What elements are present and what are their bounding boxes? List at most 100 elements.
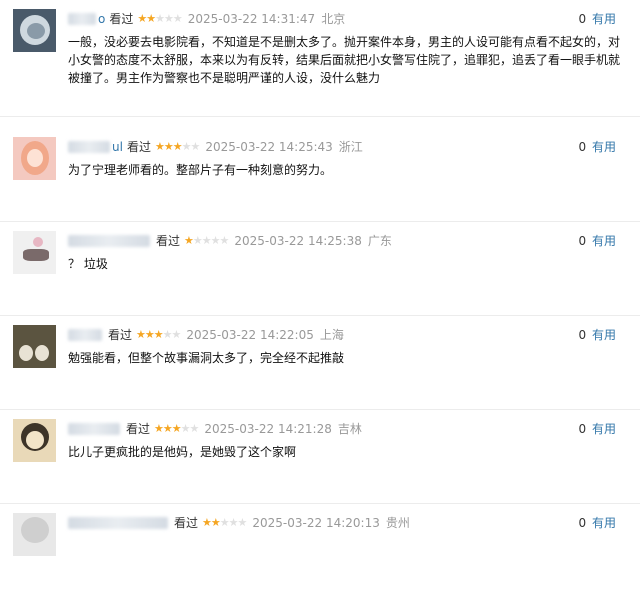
watched-status: 看过: [126, 422, 151, 436]
vote-area: 0 有用: [579, 139, 616, 155]
star-icon: ★: [219, 516, 230, 529]
rating-stars: ★★★★★: [136, 326, 182, 344]
rating-stars: ★★★★★: [137, 10, 183, 28]
review-location: 浙江: [338, 140, 363, 154]
review-meta: o 看过 ★★★★★ 2025-03-22 14:31:47 北京: [68, 10, 630, 28]
star-icon: ★: [202, 516, 212, 529]
star-icon: ★: [163, 140, 174, 153]
star-icon: ★: [162, 328, 173, 341]
review-content: 比儿子更疯批的是他妈，是她毁了这个家啊: [68, 445, 297, 459]
rating-stars: ★★★★★: [154, 420, 200, 438]
vote-count: 0: [578, 234, 587, 248]
username-blurred: [68, 13, 96, 25]
rating-stars: ★★★★★: [184, 232, 230, 250]
username-blurred: [68, 423, 120, 435]
star-icon: ★: [171, 422, 182, 435]
star-icon: ★: [171, 328, 182, 341]
star-icon: ★: [172, 12, 183, 25]
useful-button[interactable]: 有用: [592, 12, 616, 26]
review-item: 看过 ★★★★★ 2025-03-22 14:20:13 贵州 0 有用: [0, 504, 640, 598]
star-icon: ★: [155, 12, 165, 25]
review-meta: 看过 ★★★★★ 2025-03-22 14:25:38 广东: [68, 232, 630, 250]
username-blurred: [68, 329, 102, 341]
review-time: 2025-03-22 14:31:47: [187, 12, 316, 26]
review-meta: ul 看过 ★★★★★ 2025-03-22 14:25:43 浙江: [68, 138, 630, 156]
star-icon: ★: [228, 516, 239, 529]
watched-status: 看过: [174, 516, 199, 530]
star-icon: ★: [162, 422, 173, 435]
username-blurred: [68, 141, 110, 153]
review-content: 勉强能看，但整个故事漏洞太多了，完全经不起推敲: [68, 351, 345, 365]
star-icon: ★: [237, 516, 248, 529]
review-location: 广东: [367, 234, 392, 248]
star-icon: ★: [201, 234, 212, 247]
review-item: o 看过 ★★★★★ 2025-03-22 14:31:47 北京 0 有用 一般，没必…: [0, 0, 640, 117]
avatar[interactable]: [13, 9, 56, 52]
vote-count: 0: [578, 516, 587, 530]
username-blurred: [68, 235, 150, 247]
star-icon: ★: [219, 234, 230, 247]
star-icon: ★: [153, 328, 164, 341]
star-icon: ★: [136, 328, 146, 341]
review-content: ？ 垃圾: [68, 257, 108, 271]
watched-status: 看过: [126, 140, 151, 154]
vote-area: 0 有用: [579, 327, 616, 343]
vote-count: 0: [578, 422, 587, 436]
vote-area: 0 有用: [579, 421, 616, 437]
star-icon: ★: [180, 422, 191, 435]
vote-count: 0: [578, 140, 587, 154]
useful-button[interactable]: 有用: [592, 140, 616, 154]
review-item: 看过 ★★★★★ 2025-03-22 14:25:38 广东 0 有用 ？ 垃圾: [0, 222, 640, 316]
watched-status: 看过: [108, 328, 133, 342]
vote-count: 0: [578, 12, 587, 26]
review-time: 2025-03-22 14:22:05: [186, 328, 314, 342]
useful-button[interactable]: 有用: [592, 516, 616, 530]
review-content: 一般，没必要去电影院看，不知道是不是删太多了。抛开案件本身，男主的人设可能有点看…: [68, 35, 621, 85]
vote-area: 0 有用: [579, 233, 616, 249]
avatar[interactable]: [13, 419, 56, 462]
review-location: 贵州: [385, 516, 410, 530]
review-item: 看过 ★★★★★ 2025-03-22 14:21:28 吉林 0 有用 比儿子更疯批…: [0, 410, 640, 504]
star-icon: ★: [154, 140, 165, 153]
vote-area: 0 有用: [579, 11, 616, 27]
avatar[interactable]: [13, 325, 56, 368]
rating-stars: ★★★★★: [154, 138, 200, 156]
review-time: 2025-03-22 14:21:28: [204, 422, 332, 436]
star-icon: ★: [137, 12, 147, 25]
username-blurred: [68, 517, 168, 529]
review-location: 上海: [319, 328, 344, 342]
username[interactable]: o: [98, 10, 105, 28]
star-icon: ★: [192, 234, 203, 247]
watched-status: 看过: [156, 234, 181, 248]
review-location: 吉林: [337, 422, 362, 436]
star-icon: ★: [154, 422, 164, 435]
review-content: 为了宁理老师看的。整部片子有一种刻意的努力。: [68, 163, 333, 177]
review-meta: 看过 ★★★★★ 2025-03-22 14:21:28 吉林: [68, 420, 630, 438]
review-list: o 看过 ★★★★★ 2025-03-22 14:31:47 北京 0 有用 一般，没必…: [0, 0, 640, 556]
watched-status: 看过: [109, 12, 134, 26]
useful-button[interactable]: 有用: [592, 328, 616, 342]
review-item: ul 看过 ★★★★★ 2025-03-22 14:25:43 浙江 0 有用 为了宁理…: [0, 128, 640, 222]
avatar[interactable]: [13, 137, 56, 180]
useful-button[interactable]: 有用: [592, 422, 616, 436]
star-icon: ★: [190, 140, 200, 153]
star-icon: ★: [172, 140, 183, 153]
review-item: 看过 ★★★★★ 2025-03-22 14:22:05 上海 0 有用 勉强能看，但…: [0, 316, 640, 410]
rating-stars: ★★★★★: [202, 514, 248, 532]
avatar[interactable]: [13, 231, 56, 274]
avatar[interactable]: [13, 513, 56, 556]
review-time: 2025-03-22 14:20:13: [252, 516, 380, 530]
review-meta: 看过 ★★★★★ 2025-03-22 14:22:05 上海: [68, 326, 630, 344]
star-icon: ★: [189, 422, 200, 435]
review-location: 北京: [321, 12, 346, 26]
star-icon: ★: [210, 516, 221, 529]
vote-count: 0: [578, 328, 587, 342]
star-icon: ★: [144, 328, 155, 341]
useful-button[interactable]: 有用: [592, 234, 616, 248]
username[interactable]: ul: [112, 138, 123, 156]
star-icon: ★: [210, 234, 221, 247]
vote-area: 0 有用: [579, 515, 616, 531]
review-time: 2025-03-22 14:25:43: [205, 140, 333, 154]
star-icon: ★: [184, 234, 194, 247]
star-icon: ★: [163, 12, 174, 25]
